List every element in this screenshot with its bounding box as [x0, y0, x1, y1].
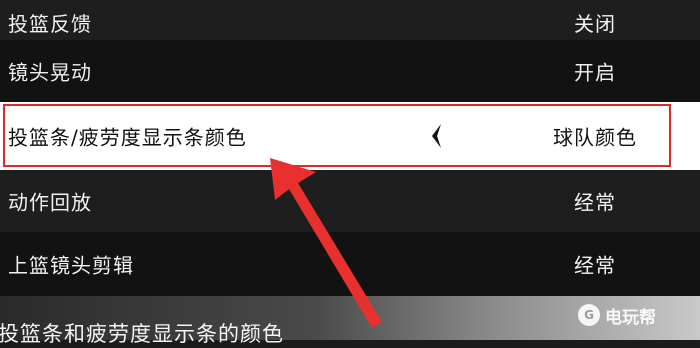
setting-value: 开启 — [574, 60, 616, 85]
setting-row-layup-camera-cut[interactable]: 上篮镜头剪辑 经常 — [0, 232, 700, 296]
watermark-text: 电玩帮 — [605, 307, 656, 328]
setting-value: 球队颜色 — [553, 125, 637, 150]
setting-value: 经常 — [574, 190, 616, 215]
setting-row-camera-shake[interactable]: 镜头晃动 开启 — [0, 40, 700, 102]
setting-row-shot-feedback[interactable]: 投篮反馈 关闭 — [0, 0, 700, 40]
watermark-logo-icon: G — [578, 304, 600, 326]
setting-label: 上篮镜头剪辑 — [8, 253, 134, 278]
setting-label: 投篮反馈 — [8, 12, 92, 36]
setting-row-shot-meter-color[interactable]: 投篮条/疲劳度显示条颜色 球队颜色 — [0, 102, 700, 170]
setting-description: 投篮条和疲劳度显示条的颜色 — [0, 322, 284, 346]
setting-label: 动作回放 — [8, 190, 92, 215]
setting-label: 投篮条/疲劳度显示条颜色 — [8, 125, 247, 150]
watermark: G 电玩帮 — [578, 303, 656, 328]
chevron-left-icon[interactable] — [430, 123, 442, 149]
setting-row-action-replay[interactable]: 动作回放 经常 — [0, 170, 700, 232]
setting-value: 关闭 — [574, 12, 616, 36]
setting-label: 镜头晃动 — [8, 60, 92, 85]
setting-value: 经常 — [574, 253, 616, 278]
